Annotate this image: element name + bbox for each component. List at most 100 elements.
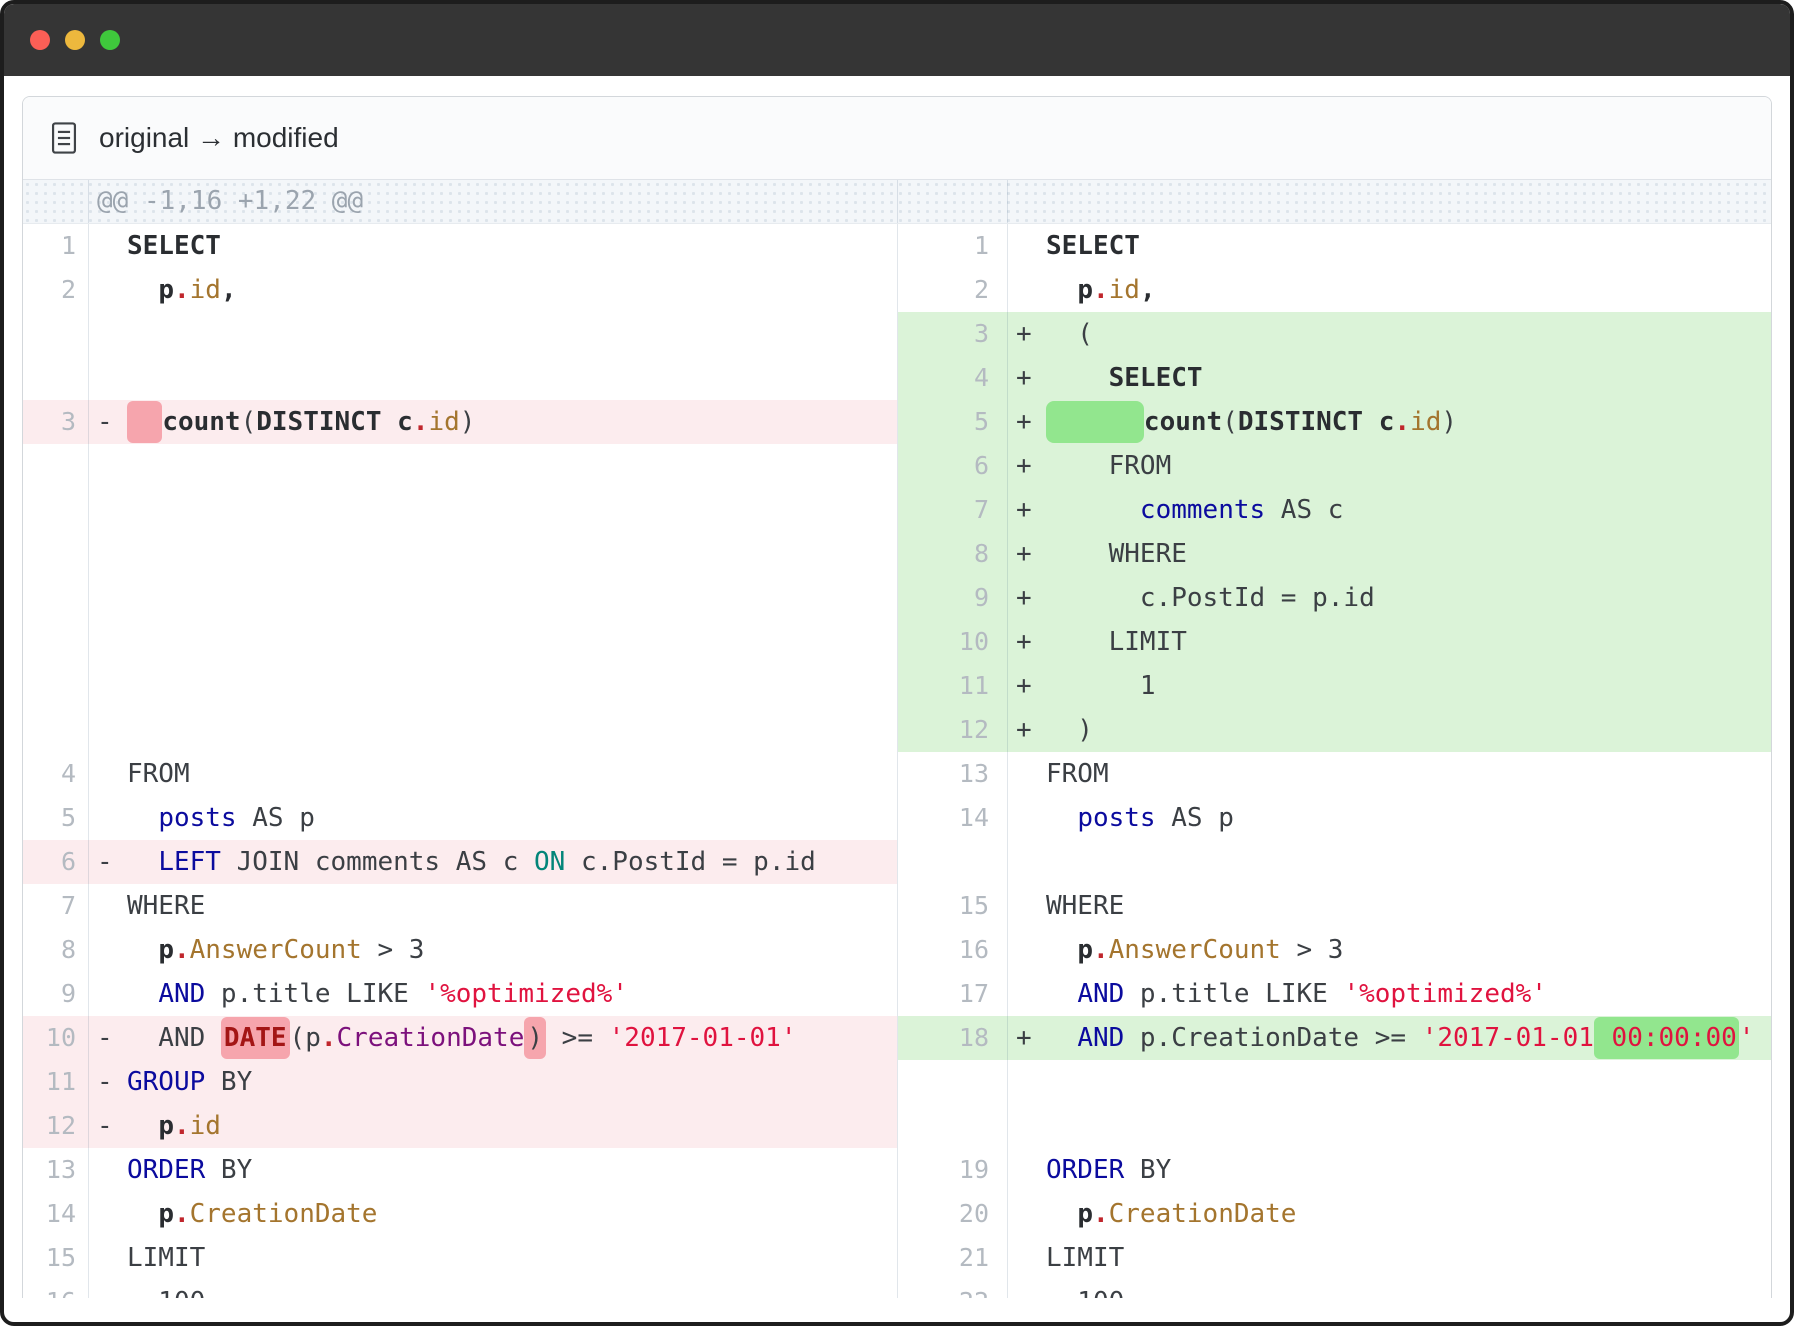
- code-cell: WHERE: [1008, 884, 1771, 928]
- line-number: 22: [898, 1280, 1008, 1298]
- line-number: 4: [23, 752, 89, 796]
- code-segment: (: [1222, 407, 1238, 437]
- diff-row-ctx: 13ORDER BY: [23, 1148, 897, 1192]
- change-marker: -: [97, 1104, 127, 1148]
- code-cell: + LIMIT: [1008, 620, 1771, 664]
- line-number: [23, 312, 89, 356]
- code-segment: (: [241, 407, 257, 437]
- code-segment: p: [1077, 275, 1093, 305]
- line-number: 4: [898, 356, 1008, 400]
- code-segment: p: [1077, 1199, 1093, 1229]
- code-cell: FROM: [1008, 752, 1771, 796]
- code-segment: id: [428, 407, 459, 437]
- line-number: 15: [898, 884, 1008, 928]
- code-segment: AnswerCount: [1109, 935, 1281, 965]
- code-segment: ,: [1140, 275, 1156, 305]
- diff-row-ctx: 8 p.AnswerCount > 3: [23, 928, 897, 972]
- code-segment: p.CreationDate >=: [1124, 1023, 1421, 1053]
- code-segment: [1046, 979, 1077, 1009]
- code-cell: + WHERE: [1008, 532, 1771, 576]
- code-segment: DISTINCT c: [256, 407, 413, 437]
- diff-row-ctx: 17 AND p.title LIKE '%optimized%': [898, 972, 1771, 1016]
- change-marker: +: [1016, 708, 1046, 752]
- close-button[interactable]: [30, 30, 50, 50]
- code-segment: [127, 847, 158, 877]
- diff-row-ctx: 15LIMIT: [23, 1236, 897, 1280]
- line-number: 13: [23, 1148, 89, 1192]
- code-cell: - count(DISTINCT c.id): [89, 400, 897, 444]
- code-segment: .: [413, 407, 429, 437]
- code-cell: p.AnswerCount > 3: [89, 928, 897, 972]
- line-number: 10: [23, 1016, 89, 1060]
- code-segment: AS p: [237, 803, 315, 833]
- diff-row-ctx: 15WHERE: [898, 884, 1771, 928]
- code-cell: [89, 576, 897, 620]
- diff-row-ctx: 1SELECT: [23, 224, 897, 268]
- code-cell: AND p.title LIKE '%optimized%': [89, 972, 897, 1016]
- change-marker: -: [97, 1016, 127, 1060]
- code-cell: [89, 312, 897, 356]
- diff-row-empty: [23, 576, 897, 620]
- code-cell: p.AnswerCount > 3: [1008, 928, 1771, 972]
- code-segment: id: [190, 275, 221, 305]
- code-segment: '2017-01-01: [1422, 1023, 1594, 1053]
- diff-row-ctx: 19ORDER BY: [898, 1148, 1771, 1192]
- diff-table[interactable]: @@ -1,16 +1,22 @@ 1SELECT2 p.id,3- count…: [23, 180, 1771, 1298]
- line-number: [23, 620, 89, 664]
- code-segment: BY: [205, 1155, 252, 1185]
- code-segment: .: [1093, 935, 1109, 965]
- line-number: 1: [898, 224, 1008, 268]
- line-number: 2: [898, 268, 1008, 312]
- code-segment: c.PostId = p.id: [565, 847, 815, 877]
- code-segment: [1046, 935, 1077, 965]
- line-number: [23, 708, 89, 752]
- diff-row-ctx: 9 AND p.title LIKE '%optimized%': [23, 972, 897, 1016]
- diff-row-add: 7+ comments AS c: [898, 488, 1771, 532]
- code-cell: FROM: [89, 752, 897, 796]
- code-cell: [1008, 840, 1771, 884]
- code-segment: > 3: [362, 935, 425, 965]
- change-marker: -: [97, 400, 127, 444]
- change-marker: +: [1016, 576, 1046, 620]
- code-segment: CreationDate: [1109, 1199, 1297, 1229]
- diff-title: original → modified: [99, 122, 339, 154]
- code-cell: + (: [1008, 312, 1771, 356]
- diff-row-add: 6+ FROM: [898, 444, 1771, 488]
- diff-row-empty: [23, 312, 897, 356]
- code-segment: AS p: [1156, 803, 1234, 833]
- code-segment: count: [1144, 407, 1222, 437]
- code-segment: p.title LIKE: [1124, 979, 1343, 1009]
- hunk-gutter-original: [23, 180, 89, 223]
- diff-row-ctx: 16 p.AnswerCount > 3: [898, 928, 1771, 972]
- code-cell: + SELECT: [1008, 356, 1771, 400]
- diff-row-ctx: 22 100: [898, 1280, 1771, 1298]
- diff-row-empty: [23, 356, 897, 400]
- code-segment: .: [1394, 407, 1410, 437]
- code-segment: BY: [1124, 1155, 1171, 1185]
- code-segment: > 3: [1281, 935, 1344, 965]
- code-segment: [127, 803, 158, 833]
- code-segment: ): [524, 1017, 546, 1059]
- code-cell: + AND p.CreationDate >= '2017-01-01 00:0…: [1008, 1016, 1771, 1060]
- code-cell: WHERE: [89, 884, 897, 928]
- minimize-button[interactable]: [65, 30, 85, 50]
- line-number: 7: [23, 884, 89, 928]
- code-segment: [127, 1111, 158, 1141]
- code-segment: LIMIT: [1046, 627, 1187, 657]
- zoom-button[interactable]: [100, 30, 120, 50]
- code-segment: posts: [1077, 803, 1155, 833]
- code-segment: [1046, 495, 1140, 525]
- diff-row-ctx: 14 p.CreationDate: [23, 1192, 897, 1236]
- code-segment: DATE: [221, 1017, 290, 1059]
- diff-row-del: 6- LEFT JOIN comments AS c ON c.PostId =…: [23, 840, 897, 884]
- code-segment: CreationDate: [337, 1023, 525, 1053]
- line-number: 9: [898, 576, 1008, 620]
- diff-row-add: 5+ count(DISTINCT c.id): [898, 400, 1771, 444]
- code-segment: [127, 979, 158, 1009]
- line-number: [898, 1060, 1008, 1104]
- diff-panes: 1SELECT2 p.id,3- count(DISTINCT c.id)4FR…: [23, 224, 1771, 1298]
- code-cell: p.id,: [1008, 268, 1771, 312]
- diff-row-empty: [23, 664, 897, 708]
- change-marker: +: [1016, 488, 1046, 532]
- code-segment: p.title LIKE: [205, 979, 424, 1009]
